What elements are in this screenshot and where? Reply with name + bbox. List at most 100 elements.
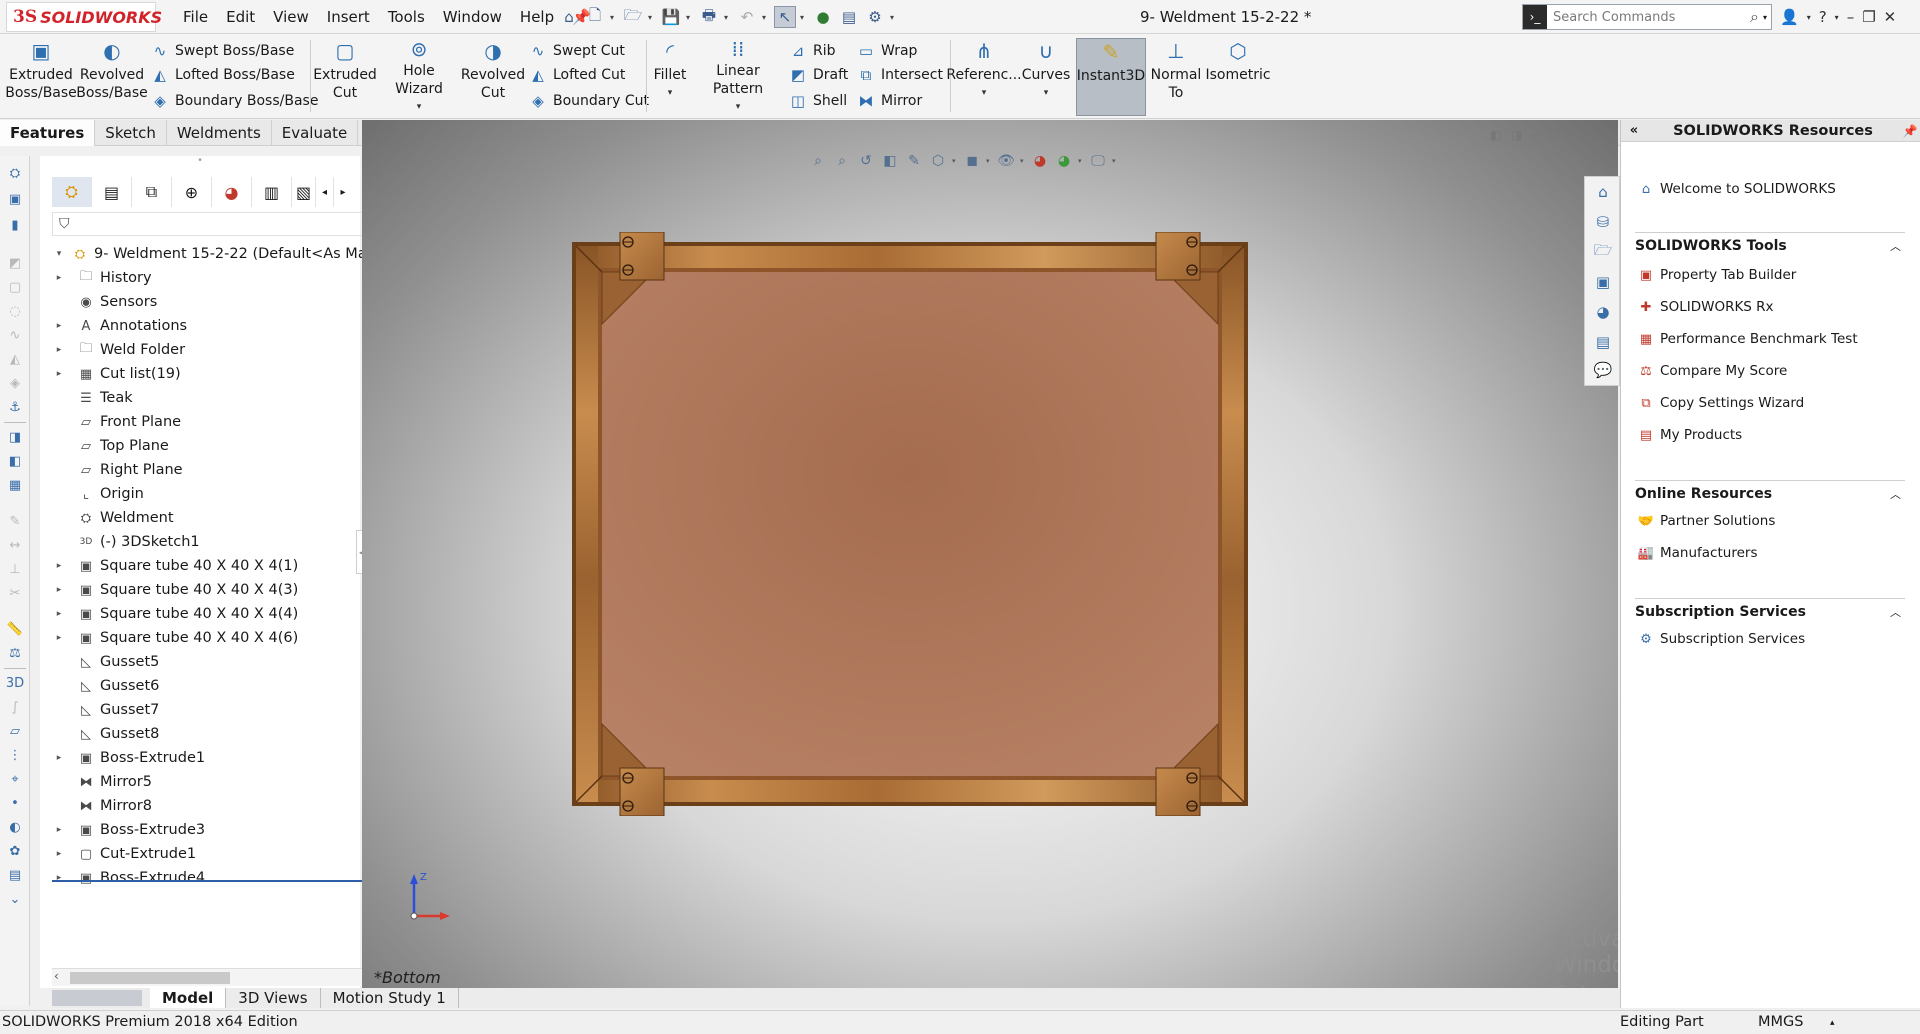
section-view-icon[interactable]: ◐ bbox=[6, 818, 24, 836]
dimension-tool-icon[interactable]: ↔ bbox=[6, 536, 24, 554]
weldment-tool-icon[interactable]: ⛭ bbox=[6, 164, 24, 182]
file-properties-icon[interactable]: ▤ bbox=[838, 6, 860, 28]
expand-toggle-icon[interactable]: ▸ bbox=[52, 369, 66, 379]
view-palette-icon[interactable]: ▣ bbox=[1592, 271, 1614, 293]
menu-insert[interactable]: Insert bbox=[318, 8, 379, 26]
expand-toggle-icon[interactable]: ▸ bbox=[52, 609, 66, 619]
isometric-button[interactable]: ⬡ Isometric bbox=[1205, 38, 1270, 116]
hide-show-items-icon[interactable]: 👁 bbox=[996, 151, 1016, 171]
tab-scroll-right-icon[interactable]: ▸ bbox=[334, 177, 352, 207]
viewport-close-icon[interactable]: ✕ bbox=[1569, 128, 1579, 142]
feature-tree-tab-icon[interactable]: ⛭ bbox=[52, 177, 92, 207]
display-style-dropdown-icon[interactable]: ▾ bbox=[986, 157, 992, 165]
viewport-minimize-icon[interactable]: – bbox=[1533, 128, 1539, 142]
manufacturers-link[interactable]: 🏭 Manufacturers bbox=[1637, 542, 1758, 564]
tree-node[interactable]: ⧓ Mirror5 bbox=[52, 770, 400, 794]
copy-settings-link[interactable]: ⧉ Copy Settings Wizard bbox=[1637, 392, 1804, 414]
linear-pattern-button[interactable]: ⁞⁞ Linear Pattern ▾ bbox=[692, 38, 784, 116]
display-manager-tab-icon[interactable]: ◕ bbox=[212, 177, 252, 207]
lofted-cut-button[interactable]: ◭ Lofted Cut bbox=[528, 64, 625, 86]
forum-icon[interactable]: 💬 bbox=[1592, 359, 1614, 381]
view-settings-icon[interactable]: 🖵 bbox=[1088, 151, 1108, 171]
menu-file[interactable]: File bbox=[174, 8, 217, 26]
tree-node[interactable]: ⌞ Origin bbox=[52, 482, 400, 506]
fillet-dropdown-icon[interactable]: ▾ bbox=[668, 84, 673, 102]
view-orientation-dropdown-icon[interactable]: ▾ bbox=[952, 157, 958, 165]
solidworks-rx-link[interactable]: ✚ SOLIDWORKS Rx bbox=[1637, 296, 1774, 318]
mirror-button[interactable]: ⧓ Mirror bbox=[856, 90, 923, 112]
expand-toggle-icon[interactable]: ▸ bbox=[52, 585, 66, 595]
menu-tools[interactable]: Tools bbox=[379, 8, 434, 26]
tree-filter[interactable]: ⛉ bbox=[52, 212, 398, 236]
revolved-boss-button[interactable]: ◐ Revolved Boss/Base bbox=[76, 38, 148, 116]
online-section-header[interactable]: Online Resources ︿ bbox=[1635, 480, 1905, 502]
tree-node[interactable]: ▸ 🗀 History bbox=[52, 266, 400, 290]
point-tool-icon[interactable]: • bbox=[6, 794, 24, 812]
structural-member-icon[interactable]: ▣ bbox=[6, 190, 24, 208]
shell-button[interactable]: ◫ Shell bbox=[788, 90, 847, 112]
extruded-boss-button[interactable]: ▣ Extruded Boss/Base bbox=[5, 38, 77, 116]
extrude-tool-icon[interactable]: ▮ bbox=[6, 216, 24, 234]
scroll-left-icon[interactable]: ‹ bbox=[54, 969, 59, 983]
compare-score-link[interactable]: ⚖ Compare My Score bbox=[1637, 360, 1787, 382]
horizontal-scrollbar[interactable]: ‹ › bbox=[52, 968, 400, 986]
welcome-link[interactable]: ⌂ Welcome to SOLIDWORKS bbox=[1637, 178, 1836, 200]
tree-node[interactable]: ▱ Top Plane bbox=[52, 434, 400, 458]
appearances-scenes-icon[interactable]: ◕ bbox=[1592, 301, 1614, 323]
options-gear-icon[interactable]: ⚙ bbox=[864, 6, 886, 28]
benchmark-test-link[interactable]: ▦ Performance Benchmark Test bbox=[1637, 328, 1858, 350]
scroll-thumb[interactable] bbox=[70, 972, 230, 984]
panel-grip[interactable]: • bbox=[40, 156, 360, 168]
tree-node[interactable]: ◺ Gusset5 bbox=[52, 650, 400, 674]
user-icon[interactable]: 👤 bbox=[1780, 8, 1799, 26]
tree-node[interactable]: ▸ ▢ Cut-Extrude1 bbox=[52, 842, 400, 866]
expand-toggle-icon[interactable]: ▾ bbox=[52, 249, 66, 259]
file-explorer-icon[interactable]: 🗁 bbox=[1592, 241, 1614, 263]
apply-scene-icon[interactable]: ◕ bbox=[1054, 151, 1074, 171]
expand-toggle-icon[interactable]: ▸ bbox=[52, 273, 66, 283]
open-folder-icon[interactable]: 🗁 bbox=[622, 6, 644, 28]
tree-node[interactable]: 3D (-) 3DSketch1 bbox=[52, 530, 400, 554]
coordinate-system-icon[interactable]: ⌖ bbox=[6, 770, 24, 788]
linear-pattern-dropdown-icon[interactable]: ▾ bbox=[736, 98, 741, 116]
collapse-pane-icon[interactable]: « bbox=[1621, 123, 1647, 138]
edit-appearance-icon[interactable]: ◕ bbox=[1030, 151, 1050, 171]
expand-toggle-icon[interactable]: ▸ bbox=[52, 321, 66, 331]
lofted-tool-icon[interactable]: ◭ bbox=[6, 350, 24, 368]
tab-evaluate[interactable]: Evaluate bbox=[272, 120, 359, 146]
tab-scroll-left-icon[interactable]: ◂ bbox=[316, 177, 334, 207]
hole-wizard-dropdown-icon[interactable]: ▾ bbox=[417, 98, 422, 116]
tree-node[interactable]: ⛭ Weldment bbox=[52, 506, 400, 530]
tab-navigation-arrows[interactable] bbox=[52, 990, 142, 1006]
reference-dropdown-icon[interactable]: ▾ bbox=[982, 84, 987, 102]
curves-button[interactable]: ∪ Curves ▾ bbox=[1018, 38, 1074, 116]
pin-pane-icon[interactable]: 📌 bbox=[1899, 124, 1920, 138]
solidworks-logo[interactable]: 3S SOLIDWORKS bbox=[6, 2, 162, 32]
swept-cut-button[interactable]: ∿ Swept Cut bbox=[528, 40, 625, 62]
save-dropdown-icon[interactable]: ▾ bbox=[686, 13, 694, 22]
undo-dropdown-icon[interactable]: ▾ bbox=[762, 13, 770, 22]
design-library-icon[interactable]: ⛁ bbox=[1592, 211, 1614, 233]
boundary-cut-button[interactable]: ◈ Boundary Cut bbox=[528, 90, 649, 112]
trim-tool-icon[interactable]: ✂ bbox=[6, 584, 24, 602]
trim-extend-icon[interactable]: ◩ bbox=[6, 254, 24, 272]
expand-toggle-icon[interactable]: ▸ bbox=[52, 825, 66, 835]
subscription-section-header[interactable]: Subscription Services ︿ bbox=[1635, 598, 1905, 620]
gusset-tool-icon[interactable]: ◨ bbox=[6, 428, 24, 446]
tree-node[interactable]: ▸ ▣ Square tube 40 X 40 X 4(4) bbox=[52, 602, 400, 626]
normal-to-button[interactable]: ⊥ Normal To bbox=[1148, 38, 1204, 116]
plane-tool-icon[interactable]: ▱ bbox=[6, 722, 24, 740]
boundary-boss-button[interactable]: ◈ Boundary Boss/Base bbox=[150, 90, 318, 112]
custom-properties-icon[interactable]: ▤ bbox=[1592, 331, 1614, 353]
graphics-area[interactable]: ◧ ◨ – ❐ ✕ ⌕ ⌕ ↺ ◧ ✎ ⬡ ▾ ◼ ▾ 👁 ▾ ◕ ◕ ▾ 🖵 … bbox=[362, 120, 1618, 1008]
bottom-tab-model[interactable]: Model bbox=[150, 988, 227, 1008]
tab-sketch[interactable]: Sketch bbox=[95, 120, 167, 146]
select-pointer-icon[interactable]: ↖ bbox=[774, 6, 796, 28]
search-commands[interactable]: ›_ Search Commands ⌕ ▾ bbox=[1522, 4, 1772, 30]
cam-operation-tree-tab-icon[interactable]: ▧ bbox=[292, 177, 316, 207]
view-orientation-icon[interactable]: ⬡ bbox=[928, 151, 948, 171]
partner-solutions-link[interactable]: 🤝 Partner Solutions bbox=[1637, 510, 1775, 532]
wrap-button[interactable]: ▭ Wrap bbox=[856, 40, 918, 62]
previous-view-icon[interactable]: ↺ bbox=[856, 151, 876, 171]
collapse-section-icon[interactable]: ︿ bbox=[1890, 238, 1905, 254]
